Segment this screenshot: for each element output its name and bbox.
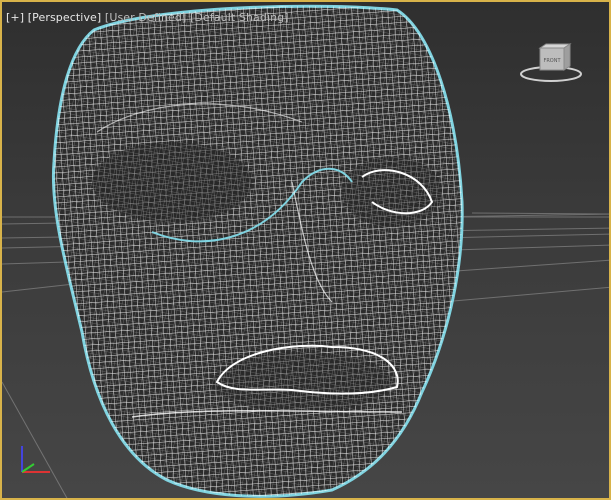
viewcube-face-label: FRONT	[543, 58, 561, 64]
viewport-shading-menu[interactable]: [Default Shading]	[190, 11, 289, 24]
viewport-label-menu[interactable]: [+] [Perspective] [User Defined] [Defaul…	[6, 11, 289, 24]
viewport-plus-menu[interactable]: [+]	[6, 11, 24, 24]
viewport-mode-menu[interactable]: [User Defined]	[105, 11, 186, 24]
axis-tripod-icon	[21, 446, 50, 473]
viewcube-icon[interactable]: FRONT	[516, 42, 582, 84]
perspective-viewport[interactable]: [+] [Perspective] [User Defined] [Defaul…	[0, 0, 611, 500]
face-mesh[interactable]	[42, 2, 482, 500]
viewport-view-menu[interactable]: [Perspective]	[28, 11, 102, 24]
